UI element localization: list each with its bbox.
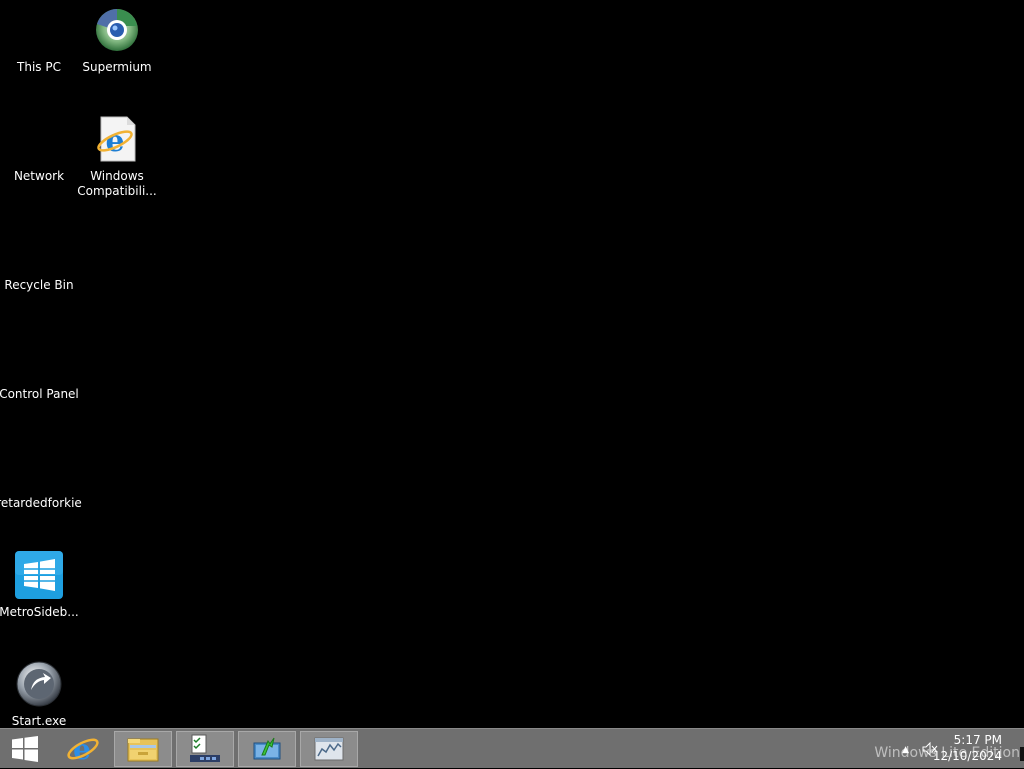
desktop[interactable]: This PC Supermium Network e Windows Comp… [0, 0, 1024, 728]
show-hidden-icons-chevron-icon[interactable]: ▲ [902, 745, 909, 755]
windows-logo-icon [12, 736, 38, 762]
desktop-icon-label: Start.exe [11, 714, 67, 728]
desktop-icon-this-pc[interactable]: This PC [0, 2, 78, 102]
desktop-icon-windows-compatibility[interactable]: e Windows Compatibili... [77, 111, 157, 211]
show-desktop-button[interactable] [1020, 747, 1024, 761]
control-panel-icon [15, 333, 63, 381]
chart-window-icon [314, 737, 344, 761]
desktop-icon-label: Recycle Bin [4, 278, 74, 292]
svg-text:e: e [105, 124, 124, 159]
internet-explorer-icon: e [67, 733, 99, 766]
clock-time[interactable]: 5:17 PM [954, 733, 1002, 747]
task-list-icon [190, 734, 220, 762]
file-explorer-icon [127, 738, 159, 762]
green-arrow-box-icon [253, 737, 281, 760]
metro-sidebar-icon [15, 551, 63, 599]
task-manager-button[interactable] [176, 731, 234, 767]
clock-date[interactable]: 12/10/2024 [933, 749, 1002, 763]
desktop-icon-label: Control Panel [0, 387, 79, 401]
this-pc-icon [15, 6, 63, 54]
start-exe-icon [15, 660, 63, 708]
desktop-icon-metro-sidebar[interactable]: MetroSideb... [0, 547, 79, 647]
folder-icon [15, 442, 63, 490]
taskbar: e Windows Lite Edition ▲ 5:17 PM 12/10/2… [0, 728, 1024, 768]
svg-text:e: e [73, 733, 91, 766]
desktop-icon-label: MetroSideb... [0, 605, 79, 619]
start-button[interactable] [0, 731, 50, 767]
desktop-icon-control-panel[interactable]: Control Panel [0, 329, 79, 429]
desktop-icon-supermium[interactable]: Supermium [78, 2, 156, 102]
install-app-button[interactable] [238, 731, 296, 767]
performance-monitor-button[interactable] [300, 731, 358, 767]
internet-explorer-shortcut-icon: e [93, 115, 141, 163]
desktop-icon-retardedforkie[interactable]: retardedforkie [0, 438, 82, 538]
desktop-icon-label: Supermium [82, 60, 152, 74]
internet-explorer-button[interactable]: e [54, 731, 112, 767]
desktop-icon-label: retardedforkie [0, 496, 82, 510]
network-icon [15, 115, 63, 163]
desktop-icon-network[interactable]: Network [0, 111, 78, 211]
desktop-icon-label: Windows Compatibili... [77, 169, 157, 198]
system-tray: Windows Lite Edition ▲ 5:17 PM 12/10/202… [864, 729, 1024, 769]
file-explorer-button[interactable] [114, 731, 172, 767]
desktop-icon-recycle-bin[interactable]: Recycle Bin [0, 220, 78, 320]
recycle-bin-icon [15, 224, 63, 272]
supermium-browser-icon [93, 6, 141, 54]
